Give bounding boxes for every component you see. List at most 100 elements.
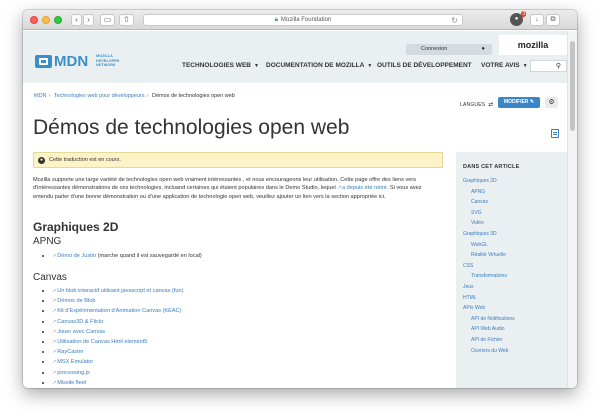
heading-graphiques-2d: Graphiques 2D xyxy=(33,220,119,234)
print-icon[interactable] xyxy=(551,129,559,138)
toc-item[interactable]: HTML xyxy=(456,293,567,304)
toc-item[interactable]: API de Notifications xyxy=(456,314,567,325)
nav-label: OUTILS DE DÉVELOPPEMENT xyxy=(377,62,472,69)
external-link-icon: ↗ xyxy=(52,328,57,335)
close-window-button[interactable] xyxy=(30,16,38,24)
canvas-demo-link[interactable]: Un blob interactif utilisant javascript … xyxy=(57,288,183,294)
list-item: ↗Missile fleet xyxy=(41,378,183,388)
mdn-logo-text[interactable]: MDN xyxy=(54,53,88,70)
canvas-demo-link[interactable]: processing.js xyxy=(57,370,90,376)
list-item: ↗Kit d'Expérimentation d'Animation Canva… xyxy=(41,306,183,316)
toc-item[interactable]: APIs Web xyxy=(456,303,567,314)
heading-apng: APNG xyxy=(33,236,62,247)
toc-item[interactable]: Transformations xyxy=(456,271,567,282)
external-link-icon: ↗ xyxy=(52,318,57,325)
intro-text: section appropriée ici. xyxy=(331,193,386,200)
apng-list: ↗Démo de Justin (marche quand il est sau… xyxy=(42,251,202,261)
chevron-down-icon: ▼ xyxy=(367,63,373,69)
nav-outils-developpement[interactable]: OUTILS DE DÉVELOPPEMENT xyxy=(377,62,472,69)
toc-item[interactable]: APNG xyxy=(456,187,567,198)
login-label: Connexion xyxy=(421,46,448,52)
heading-canvas: Canvas xyxy=(33,272,67,283)
canvas-demo-link[interactable]: RayCaster xyxy=(57,349,83,355)
list-item: ↗Utilisation de Canvas Html element5 xyxy=(41,337,183,347)
canvas-demo-link[interactable]: MSX Emulator xyxy=(57,359,93,365)
vertical-scrollbar[interactable] xyxy=(567,31,577,388)
toc-item[interactable]: API Web Audio xyxy=(456,324,567,335)
tabs-overview-icon[interactable]: ⧉ xyxy=(546,14,560,26)
list-item: ↗Un blob interactif utilisant javascript… xyxy=(41,286,183,296)
list-item-note: (marche quand il est sauvegardé en local… xyxy=(96,253,202,259)
search-icon: ⚲ xyxy=(555,63,561,70)
translation-notice: ● Cette traduction est en cours. xyxy=(33,152,443,168)
intro-text: Mozilla supporte une large variété de te… xyxy=(33,177,391,183)
page-title: Démos de technologies open web xyxy=(33,116,350,139)
breadcrumb-technologies-web[interactable]: Technologies web pour développeurs xyxy=(54,93,145,99)
languages-button[interactable]: LANGUES ⇄ xyxy=(460,101,494,108)
toc-item[interactable]: Ouvriers du Web xyxy=(456,346,567,357)
minimize-window-button[interactable] xyxy=(42,16,50,24)
breadcrumb: MDN › Technologies web pour développeurs ›… xyxy=(34,93,235,99)
back-button[interactable]: ‹ xyxy=(71,14,82,26)
toc-item[interactable]: SVG xyxy=(456,208,567,219)
mdn-logo-icon[interactable] xyxy=(35,55,52,68)
list-item: ↗Canvas3D & Flickr xyxy=(41,317,183,327)
toc-item[interactable]: Graphiques 2D xyxy=(456,176,567,187)
login-button[interactable]: Connexion ● xyxy=(406,44,492,55)
mozilla-logo[interactable]: mozilla xyxy=(499,35,567,55)
edit-button[interactable]: MODIFIER ✎ xyxy=(498,97,540,108)
toc-item[interactable]: Canvas xyxy=(456,197,567,208)
apng-demo-link[interactable]: Démo de Justin xyxy=(57,253,96,259)
extension-icon[interactable]: ● 3 xyxy=(510,11,526,26)
list-item: ↗Démo de Justin (marche quand il est sau… xyxy=(42,251,202,261)
page-viewport: MDN MOZILLA DEVELOPER NETWORK Connexion … xyxy=(23,31,567,388)
nav-technologies-web[interactable]: TECHNOLOGIES WEB ▼ xyxy=(182,62,259,69)
intro-link-retire[interactable]: été retiré xyxy=(365,185,387,191)
external-link-icon: ↗ xyxy=(52,359,57,366)
search-button[interactable]: ⚲ xyxy=(530,60,567,72)
intro-paragraph: Mozilla supporte une large variété de te… xyxy=(33,176,443,201)
languages-label: LANGUES xyxy=(460,102,486,108)
canvas-demo-link[interactable]: Canvas3D & Flickr xyxy=(57,319,103,325)
forward-button[interactable]: › xyxy=(83,14,94,26)
notice-text: Cette traduction est en cours. xyxy=(49,157,121,163)
canvas-demo-link[interactable]: Utilisation de Canvas Html element5 xyxy=(57,339,147,345)
reload-icon[interactable]: ↻ xyxy=(451,15,458,26)
settings-button[interactable]: ⚙ xyxy=(545,97,558,108)
nav-label: VOTRE AVIS xyxy=(481,62,520,69)
nav-votre-avis[interactable]: VOTRE AVIS ▼ xyxy=(481,62,528,69)
canvas-demo-link[interactable]: Kit d'Expérimentation d'Animation Canvas… xyxy=(57,308,181,314)
external-link-icon: ↗ xyxy=(52,308,57,315)
external-link-icon: ↗ xyxy=(52,298,57,305)
zoom-window-button[interactable] xyxy=(54,16,62,24)
edit-label: MODIFIER xyxy=(503,99,529,105)
site-header: MDN MOZILLA DEVELOPER NETWORK Connexion … xyxy=(23,31,567,83)
canvas-demo-link[interactable]: Missile fleet xyxy=(57,380,86,386)
share-icon[interactable]: ⇧ xyxy=(119,14,134,26)
toc-item[interactable]: WebGL xyxy=(456,240,567,251)
address-text: Mozilla Foundation xyxy=(280,17,332,23)
nav-documentation-mozilla[interactable]: DOCUMENTATION DE MOZILLA ▼ xyxy=(266,62,372,69)
breadcrumb-mdn[interactable]: MDN xyxy=(34,93,47,99)
scrollbar-thumb[interactable] xyxy=(570,41,575,131)
toc-item[interactable]: Réalité Virtuelle xyxy=(456,250,567,261)
intro-link-depuis[interactable]: a depuis xyxy=(342,185,363,191)
sidebar-toggle-icon[interactable]: ▭ xyxy=(100,14,115,26)
chevron-down-icon: ▼ xyxy=(253,63,259,69)
toc-item[interactable]: Vidéo xyxy=(456,218,567,229)
table-of-contents: DANS CET ARTICLE Graphiques 2D APNG Canvas… xyxy=(456,152,567,388)
canvas-demo-link[interactable]: Démos de Blob xyxy=(57,298,95,304)
toc-item[interactable]: API de Fichier xyxy=(456,335,567,346)
github-icon: ● xyxy=(481,46,485,52)
canvas-demo-link[interactable]: Jouer avec Canvas xyxy=(57,329,105,335)
toc-item[interactable]: Graphiques 3D xyxy=(456,229,567,240)
download-icon[interactable]: ↓ xyxy=(530,14,544,26)
extension-count-badge: 3 xyxy=(521,11,526,17)
toc-item[interactable]: CSS xyxy=(456,261,567,272)
toc-item[interactable]: Jeux xyxy=(456,282,567,293)
list-item: ↗Jouer avec Canvas xyxy=(41,327,183,337)
nav-label: TECHNOLOGIES WEB xyxy=(182,62,251,69)
mdn-logo-subtitle: MOZILLA DEVELOPER NETWORK xyxy=(96,54,120,67)
address-bar[interactable]: 🔒︎ Mozilla Foundation ↻ xyxy=(143,14,463,26)
translate-icon: ⇄ xyxy=(488,102,494,108)
